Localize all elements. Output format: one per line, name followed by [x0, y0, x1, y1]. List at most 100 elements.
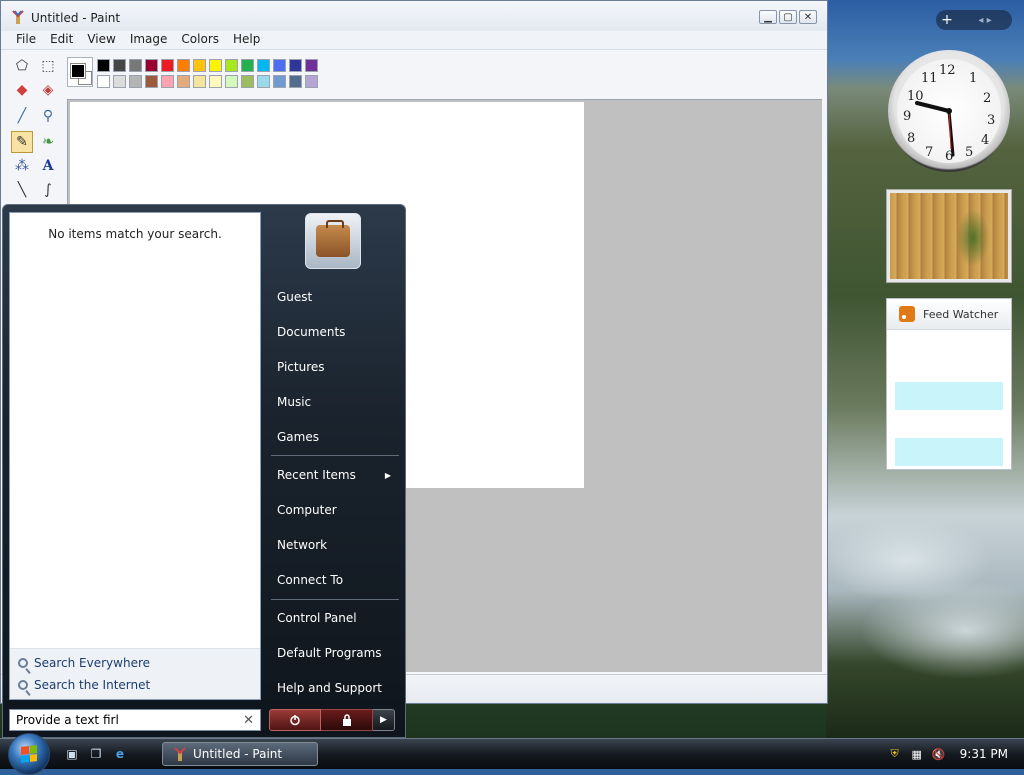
switch-windows-icon[interactable]: ❐ — [88, 746, 104, 762]
clock-face: 12 1 2 3 4 5 6 7 8 9 10 11 — [897, 59, 1001, 164]
feed-item[interactable] — [895, 410, 1003, 438]
lock-icon — [342, 714, 351, 726]
color-swatch[interactable] — [305, 75, 318, 88]
text-tool-icon[interactable]: A — [37, 155, 59, 177]
color-swatch[interactable] — [161, 59, 174, 72]
search-internet-link[interactable]: Search the Internet — [18, 675, 150, 695]
slideshow-gadget[interactable] — [886, 189, 1012, 283]
current-colors[interactable] — [67, 57, 93, 87]
color-swatch[interactable] — [129, 75, 142, 88]
volume-muted-icon[interactable]: 🔇 — [932, 747, 946, 761]
start-item-guest[interactable]: Guest — [267, 283, 401, 311]
search-icon — [18, 658, 28, 668]
search-everywhere-link[interactable]: Search Everywhere — [18, 653, 150, 673]
close-button[interactable]: ✕ — [799, 10, 817, 24]
fill-bucket-icon[interactable]: ◈ — [37, 79, 59, 101]
color-swatch[interactable] — [177, 75, 190, 88]
color-swatch[interactable] — [145, 75, 158, 88]
airbrush-icon[interactable]: ⁂ — [11, 155, 33, 177]
magnifier-icon[interactable]: ⚲ — [37, 105, 59, 127]
menu-edit[interactable]: Edit — [43, 31, 80, 49]
color-swatch[interactable] — [209, 75, 222, 88]
pencil-icon[interactable]: ✎ — [11, 131, 33, 153]
color-swatch[interactable] — [129, 59, 142, 72]
color-swatch[interactable] — [193, 75, 206, 88]
clock-hands — [915, 101, 955, 157]
color-swatch[interactable] — [161, 75, 174, 88]
search-results-pane: No items match your search. Search Every… — [9, 212, 261, 700]
title-bar[interactable]: Untitled - Paint ▁ ▢ ✕ — [1, 1, 827, 31]
start-item-games[interactable]: Games — [267, 423, 401, 451]
internet-explorer-icon[interactable]: e — [112, 746, 128, 762]
start-item-network[interactable]: Network — [267, 531, 401, 559]
menu-colors[interactable]: Colors — [174, 31, 226, 49]
color-swatch[interactable] — [177, 59, 190, 72]
rss-icon — [899, 306, 915, 322]
feed-item[interactable] — [895, 354, 1003, 382]
color-swatch[interactable] — [305, 59, 318, 72]
color-swatch[interactable] — [257, 59, 270, 72]
start-search-box[interactable]: ✕ — [9, 709, 261, 731]
start-item-music[interactable]: Music — [267, 388, 401, 416]
clock-gadget[interactable]: 12 1 2 3 4 5 6 7 8 9 10 11 — [888, 50, 1010, 172]
color-swatch[interactable] — [225, 75, 238, 88]
menu-image[interactable]: Image — [123, 31, 175, 49]
color-swatch[interactable] — [209, 59, 222, 72]
submenu-arrow-icon: ▶ — [384, 470, 391, 480]
line-tool-icon[interactable]: ╲ — [11, 179, 33, 201]
gadget-nav-arrows[interactable]: ◂ ▸ — [958, 15, 1012, 26]
color-swatch[interactable] — [113, 59, 126, 72]
color-swatch[interactable] — [193, 59, 206, 72]
color-swatch[interactable] — [113, 75, 126, 88]
menu-help[interactable]: Help — [226, 31, 267, 49]
color-swatch[interactable] — [273, 59, 286, 72]
color-swatch[interactable] — [273, 75, 286, 88]
curve-tool-icon[interactable]: ∫ — [37, 179, 59, 201]
start-item-pictures[interactable]: Pictures — [267, 353, 401, 381]
color-picker-icon[interactable]: ╱ — [11, 105, 33, 127]
maximize-button[interactable]: ▢ — [779, 10, 797, 24]
color-swatch[interactable] — [97, 59, 110, 72]
color-swatch[interactable] — [97, 75, 110, 88]
start-item-control-panel[interactable]: Control Panel — [267, 604, 401, 632]
show-desktop-icon[interactable]: ▣ — [64, 746, 80, 762]
start-search-input[interactable] — [16, 713, 226, 727]
feed-item[interactable] — [895, 438, 1003, 466]
feed-watcher-gadget[interactable]: Feed Watcher — [886, 298, 1012, 470]
color-swatch[interactable] — [145, 59, 158, 72]
security-shield-icon[interactable]: ⛨ — [888, 747, 902, 761]
minimize-button[interactable]: ▁ — [759, 10, 777, 24]
lock-button[interactable] — [321, 709, 373, 731]
color-swatch[interactable] — [241, 75, 254, 88]
start-button[interactable] — [8, 733, 50, 775]
color-swatch[interactable] — [257, 75, 270, 88]
network-icon[interactable]: ▦ — [910, 747, 924, 761]
menu-view[interactable]: View — [80, 31, 122, 49]
power-icon — [290, 715, 300, 726]
color-swatch[interactable] — [289, 75, 302, 88]
eraser-icon[interactable]: ◆ — [11, 79, 33, 101]
start-item-recent-items[interactable]: Recent Items ▶ — [267, 461, 401, 489]
taskbar-paint-button[interactable]: Untitled - Paint — [162, 742, 318, 766]
add-gadget-button[interactable]: + — [936, 10, 958, 30]
start-item-help-support[interactable]: Help and Support — [267, 674, 401, 702]
menu-file[interactable]: File — [9, 31, 43, 49]
color-swatch[interactable] — [225, 59, 238, 72]
start-item-default-programs[interactable]: Default Programs — [267, 639, 401, 667]
start-item-computer[interactable]: Computer — [267, 496, 401, 524]
start-item-connect-to[interactable]: Connect To — [267, 566, 401, 594]
clear-search-icon[interactable]: ✕ — [243, 713, 254, 728]
feed-item[interactable] — [895, 382, 1003, 410]
rect-select-icon[interactable]: ⬚ — [37, 55, 59, 77]
brush-icon[interactable]: ❧ — [37, 131, 59, 153]
color-swatch[interactable] — [241, 59, 254, 72]
shutdown-options-button[interactable]: ▶ — [373, 709, 395, 731]
suitcase-icon — [316, 220, 350, 257]
free-form-select-icon[interactable]: ⬠ — [11, 55, 33, 77]
color-swatch[interactable] — [289, 59, 302, 72]
clock-time[interactable]: 9:31 PM — [960, 747, 1008, 761]
power-button[interactable] — [269, 709, 321, 731]
start-item-documents[interactable]: Documents — [267, 318, 401, 346]
search-links: Search Everywhere Search the Internet — [10, 648, 260, 699]
user-picture[interactable] — [305, 213, 361, 269]
